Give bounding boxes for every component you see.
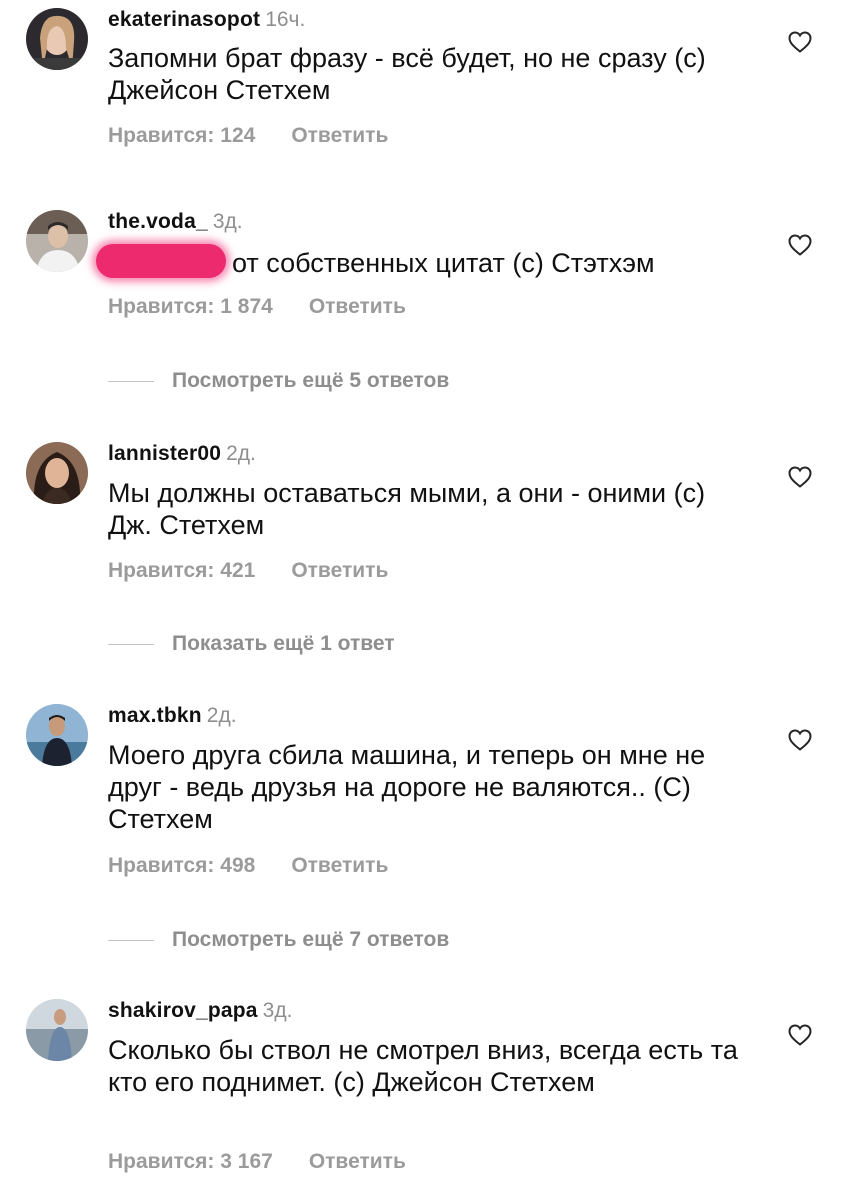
comment-text: Сколько бы ствол не смотрел вниз, всегда… [108,1035,738,1097]
comment-meta: Нравится: 1 874 Ответить [108,295,406,319]
view-replies-button[interactable]: Посмотреть ещё 7 ответов [108,928,449,952]
comment-meta: Нравится: 498 Ответить [108,854,388,878]
view-replies-label: Посмотреть ещё 7 ответов [172,928,450,951]
like-count[interactable]: Нравится: 1 874 [108,295,273,318]
timestamp: 16ч. [265,8,306,31]
comment-header: lannister00 2д. [108,442,256,466]
username[interactable]: the.voda_ [108,210,208,233]
avatar-photo-icon [26,704,88,766]
comment-header: max.tbkn 2д. [108,704,237,728]
like-count[interactable]: Нравится: 3 167 [108,1150,273,1173]
comment-text: Запомни брат фразу - всё будет, но не ср… [108,43,706,105]
comment-text: Моего друга сбила машина, и теперь он мн… [108,740,706,834]
username[interactable]: shakirov_papa [108,999,258,1022]
reply-button[interactable]: Ответить [309,295,406,318]
comment-header: ekaterinasopot 16ч. [108,8,305,32]
avatar-photo-icon [26,442,88,504]
divider-line [108,939,154,941]
comment-meta: Нравится: 124 Ответить [108,124,388,148]
redaction-mask [96,244,226,278]
comment-header: the.voda_ 3д. [108,210,243,234]
avatar-photo-icon [26,999,88,1061]
heart-outline-icon[interactable] [788,1024,812,1046]
avatar-photo-icon [26,8,88,70]
heart-outline-icon[interactable] [788,466,812,488]
reply-button[interactable]: Ответить [291,854,388,877]
avatar-photo-icon [26,210,88,272]
view-replies-button[interactable]: Показать ещё 1 ответ [108,632,395,656]
like-count[interactable]: Нравится: 421 [108,559,255,582]
avatar[interactable] [26,704,88,766]
comment-text-row: от собственных цитат (с) Стэтхэм [96,244,736,279]
heart-outline-icon[interactable] [788,729,812,751]
avatar[interactable] [26,210,88,272]
avatar[interactable] [26,442,88,504]
avatar[interactable] [26,8,88,70]
avatar[interactable] [26,999,88,1061]
view-replies-label: Посмотреть ещё 5 ответов [172,369,450,392]
divider-line [108,643,154,645]
comment-meta: Нравится: 3 167 Ответить [108,1150,406,1174]
username[interactable]: max.tbkn [108,704,202,727]
heart-outline-icon[interactable] [788,31,812,53]
comment-meta: Нравится: 421 Ответить [108,559,388,583]
like-count[interactable]: Нравится: 498 [108,854,255,877]
heart-outline-icon[interactable] [788,234,812,256]
comment-text: Мы должны оставаться мыми, а они - оними… [108,478,706,540]
reply-button[interactable]: Ответить [309,1150,406,1173]
comment-text: от собственных цитат (с) Стэтхэм [232,248,655,278]
like-count[interactable]: Нравится: 124 [108,124,255,147]
username[interactable]: ekaterinasopot [108,8,260,31]
view-replies-label: Показать ещё 1 ответ [172,632,395,655]
timestamp: 2д. [226,442,256,465]
username[interactable]: lannister00 [108,442,221,465]
reply-button[interactable]: Ответить [291,124,388,147]
timestamp: 3д. [262,999,293,1022]
timestamp: 3д. [212,210,243,233]
comment-header: shakirov_papa 3д. [108,999,292,1023]
timestamp: 2д. [206,704,237,727]
view-replies-button[interactable]: Посмотреть ещё 5 ответов [108,369,449,393]
divider-line [108,380,154,382]
reply-button[interactable]: Ответить [291,559,388,582]
